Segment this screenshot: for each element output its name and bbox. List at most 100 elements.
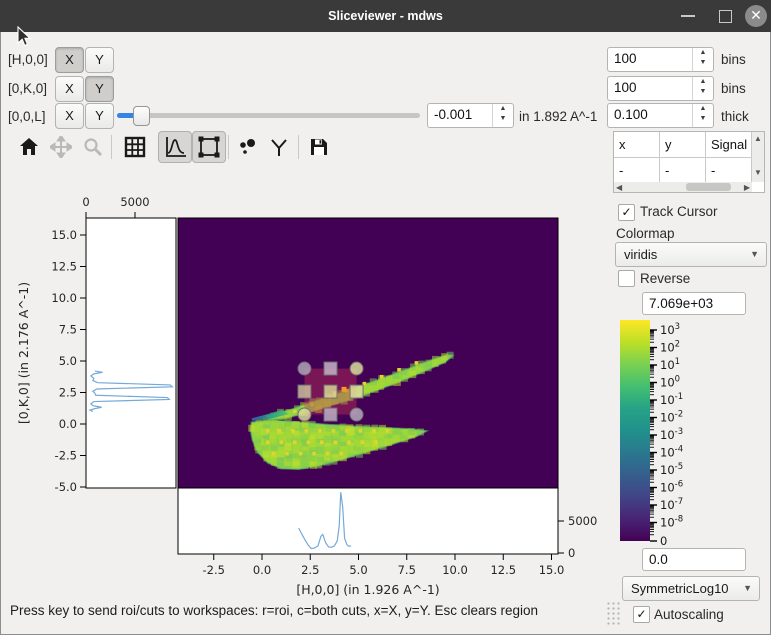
x-cut-plot[interactable]: [178, 488, 558, 554]
slice-point-spinbox[interactable]: ▲▼: [427, 103, 514, 128]
spin-arrows-icon[interactable]: ▲▼: [492, 104, 513, 127]
zoom-button[interactable]: [82, 136, 104, 158]
colorbar-min-value[interactable]: [649, 550, 739, 568]
roi-corner-handle[interactable]: [298, 408, 311, 421]
spin-arrows-icon[interactable]: ▲▼: [692, 104, 713, 127]
h-axis-tick: 12.5: [490, 563, 516, 577]
minimize-icon[interactable]: [681, 15, 695, 17]
k-axis-tick: 10.0: [51, 291, 77, 305]
dim-00l-x-button[interactable]: X: [55, 103, 84, 129]
slice-slider[interactable]: [117, 103, 420, 127]
colorbar-tick-label: 100: [660, 375, 680, 390]
checkmark-icon: ✓: [621, 205, 631, 219]
dim-0k0-y-button[interactable]: Y: [85, 76, 114, 102]
table-cell[interactable]: -: [614, 158, 660, 184]
grid-lines-button[interactable]: [124, 136, 146, 158]
line-cuts-button[interactable]: [158, 131, 192, 163]
chevron-down-icon: ▼: [750, 243, 759, 266]
dim-h00-bins-spinbox[interactable]: ▲▼: [607, 47, 714, 72]
colorbar-tick-label: 10-4: [660, 445, 683, 460]
slider-handle[interactable]: [133, 106, 150, 126]
scroll-right-icon[interactable]: ▶: [744, 183, 750, 192]
dim-h00-bins-suffix: bins: [721, 52, 746, 67]
colorbar-min-field[interactable]: [642, 548, 746, 571]
y-axis-label: [0,K,0] (in 2.176 A^-1): [16, 282, 31, 424]
pan-button[interactable]: [50, 136, 72, 158]
maximize-icon[interactable]: [719, 10, 732, 23]
k-axis-tick: 7.5: [59, 323, 77, 337]
table-cell[interactable]: -: [706, 158, 752, 184]
roi-edge-handle[interactable]: [324, 362, 337, 375]
intensity-speck: [359, 429, 363, 433]
peaks-overlay-button[interactable]: [237, 136, 259, 158]
table-header-x[interactable]: x: [614, 132, 660, 158]
h-axis-tick: 7.5: [398, 563, 416, 577]
scroll-thumb[interactable]: [686, 183, 731, 191]
roi-edge-handle[interactable]: [298, 385, 311, 398]
toolbar-separator: [228, 135, 229, 159]
spin-arrows-icon[interactable]: ▲▼: [692, 77, 713, 100]
spin-arrows-icon[interactable]: ▲▼: [692, 48, 713, 71]
y-cut-value-tick: 5000: [120, 195, 149, 209]
normalization-dropdown[interactable]: SymmetricLog10 ▼: [622, 576, 760, 601]
colorbar-gradient[interactable]: [620, 320, 650, 541]
save-button[interactable]: [308, 136, 330, 158]
plot-canvas[interactable]: 0500015.012.510.07.55.02.50.0-2.5-5.0[0,…: [0, 190, 610, 602]
table-cell[interactable]: -: [660, 158, 706, 184]
table-vscrollbar[interactable]: ▲ ▼: [752, 132, 764, 182]
dim-h00-y-button[interactable]: Y: [85, 47, 114, 73]
dim-0k0-bins-value[interactable]: [614, 77, 689, 98]
intensity-speck: [415, 361, 419, 365]
autoscaling-checkbox[interactable]: ✓: [633, 606, 650, 623]
close-icon[interactable]: ✕: [745, 5, 767, 27]
nonorthogonal-view-button[interactable]: [268, 136, 290, 158]
slice-point-value[interactable]: [434, 104, 489, 125]
roi-corner-handle[interactable]: [350, 362, 363, 375]
resize-grip[interactable]: [606, 601, 622, 627]
scroll-left-icon[interactable]: ◀: [616, 183, 622, 192]
thickness-spinbox[interactable]: ▲▼: [607, 103, 714, 128]
intensity-speck: [272, 452, 276, 456]
status-bar-text: Press key to send roi/cuts to workspaces…: [10, 603, 538, 618]
track-cursor-checkbox[interactable]: ✓: [618, 204, 635, 221]
colormap-label: Colormap: [616, 226, 675, 241]
roi-edge-handle[interactable]: [324, 385, 337, 398]
roi-corner-handle[interactable]: [350, 408, 363, 421]
roi-edge-handle[interactable]: [350, 385, 363, 398]
colormap-dropdown[interactable]: viridis ▼: [615, 242, 767, 267]
h-axis-tick: 10.0: [442, 563, 468, 577]
roi-edge-handle[interactable]: [324, 408, 337, 421]
home-button[interactable]: [18, 137, 40, 157]
table-header-y[interactable]: y: [660, 132, 706, 158]
thickness-value[interactable]: [614, 104, 689, 125]
reverse-checkbox[interactable]: [618, 270, 635, 287]
titlebar[interactable]: Sliceviewer - mdws ✕: [0, 0, 771, 32]
table-hscrollbar[interactable]: ◀ ▶: [614, 182, 752, 192]
dim-h00-x-button[interactable]: X: [55, 47, 84, 73]
y-cut-value-tick: 0: [82, 195, 89, 209]
autoscaling-label: Autoscaling: [654, 607, 724, 622]
h-axis-tick: 15.0: [539, 563, 565, 577]
y-cut-plot[interactable]: [86, 218, 176, 488]
toolbar-separator: [298, 135, 299, 159]
cursor-info-table[interactable]: x y Signal - - - ▲ ▼ ◀ ▶: [613, 131, 765, 193]
dim-h00-bins-value[interactable]: [614, 48, 689, 69]
intensity-speck: [278, 429, 282, 433]
dim-00l-y-button[interactable]: Y: [85, 103, 114, 129]
dim-0k0-x-button[interactable]: X: [55, 76, 84, 102]
intensity-speck: [266, 440, 270, 444]
intensity-speck: [293, 440, 297, 444]
slider-groove[interactable]: [117, 113, 420, 118]
toolbar-separator: [111, 135, 112, 159]
roi-corner-handle[interactable]: [298, 362, 311, 375]
dim-0k0-bins-spinbox[interactable]: ▲▼: [607, 76, 714, 101]
scroll-down-icon[interactable]: ▼: [752, 168, 764, 177]
region-of-interest-button[interactable]: [192, 131, 226, 163]
scroll-up-icon[interactable]: ▲: [752, 134, 764, 143]
table-header-signal[interactable]: Signal: [706, 132, 752, 158]
intensity-speck: [291, 429, 295, 433]
k-axis-tick: -2.5: [55, 449, 77, 463]
intensity-speck: [374, 440, 378, 444]
window-title: Sliceviewer - mdws: [0, 0, 771, 32]
intensity-speck: [345, 429, 349, 433]
